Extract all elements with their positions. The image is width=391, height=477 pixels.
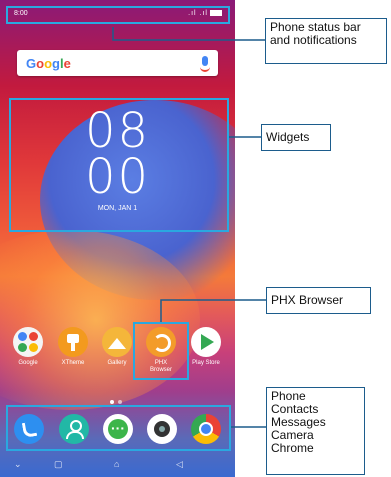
callout-text: PHX Browser — [271, 293, 344, 307]
callout-widgets: Widgets — [261, 124, 331, 151]
callout-status-bar: Phone status bar and notifications — [265, 18, 387, 64]
callout-text: Phone status bar and notifications — [270, 20, 361, 47]
callout-phx-browser: PHX Browser — [266, 287, 371, 314]
callout-text: Widgets — [266, 130, 310, 144]
callout-dock: Phone Contacts Messages Camera Chrome — [266, 387, 365, 475]
callout-text: Chrome — [271, 441, 314, 455]
